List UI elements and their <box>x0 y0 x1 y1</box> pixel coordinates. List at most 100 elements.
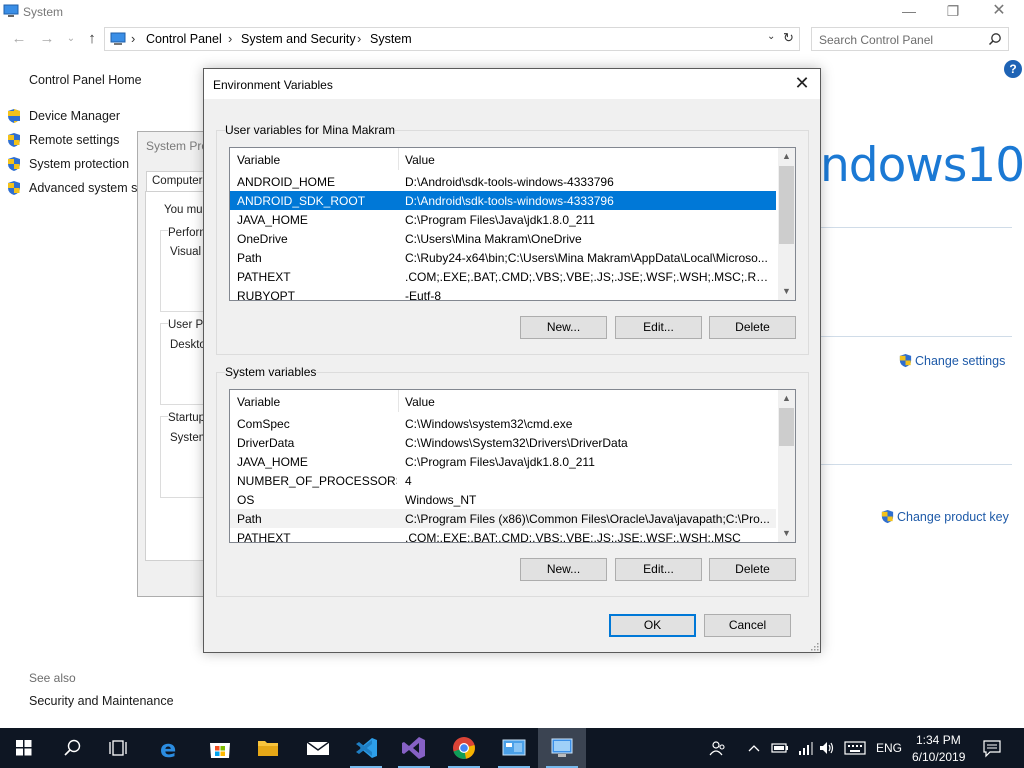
list-item[interactable]: ANDROID_SDK_ROOT D:\Android\sdk-tools-win… <box>230 191 776 210</box>
clock-date[interactable]: 6/10/2019 <box>912 750 965 764</box>
clock-time[interactable]: 1:34 PM <box>916 733 961 747</box>
refresh-icon[interactable]: ↻ <box>783 30 794 46</box>
minimize-button[interactable]: — <box>886 0 932 24</box>
user-variables-list[interactable]: Variable Value ANDROID_HOME D:\Android\sd… <box>229 147 796 301</box>
list-item[interactable]: JAVA_HOME C:\Program Files\Java\jdk1.8.0_… <box>230 210 776 229</box>
close-button[interactable]: ✕ <box>976 0 1022 24</box>
mail-taskbar-button[interactable] <box>294 728 342 768</box>
chrome-icon <box>453 737 475 759</box>
scroll-up-icon[interactable]: ▲ <box>778 390 795 407</box>
list-item[interactable]: ComSpec C:\Windows\system32\cmd.exe <box>230 414 776 433</box>
task-view-button[interactable] <box>96 728 144 768</box>
back-arrow-icon[interactable]: ← <box>10 31 28 49</box>
sidebar-item-system-protection[interactable]: System protection <box>29 157 129 171</box>
up-arrow-icon[interactable]: ↑ <box>83 31 101 49</box>
control-panel-icon <box>502 739 526 756</box>
system-monitor-icon <box>3 4 19 17</box>
list-item[interactable]: OS Windows_NT <box>230 490 776 509</box>
scrollbar-thumb[interactable] <box>779 408 794 446</box>
vscode-icon <box>356 738 377 758</box>
scrollbar-thumb[interactable] <box>779 166 794 244</box>
vscode-taskbar-button[interactable] <box>342 728 390 768</box>
address-dropdown-icon[interactable]: ⌄ <box>767 31 775 42</box>
forward-arrow-icon[interactable]: → <box>38 31 56 49</box>
user-delete-button[interactable]: Delete <box>709 316 796 339</box>
variable-value: C:\Program Files\Java\jdk1.8.0_211 <box>405 213 595 227</box>
system-list-scrollbar[interactable]: ▲ ▼ <box>778 390 795 542</box>
column-separator[interactable] <box>398 390 399 412</box>
resize-grip-icon[interactable] <box>809 641 819 651</box>
list-item[interactable]: OneDrive C:\Users\Mina Makram\OneDrive <box>230 229 776 248</box>
language-indicator[interactable]: ENG <box>876 741 902 755</box>
dialog-title-bar[interactable]: Environment Variables ✕ <box>204 69 820 99</box>
breadcrumb-control-panel[interactable]: Control Panel <box>146 32 222 46</box>
search-input[interactable]: Search Control Panel <box>811 27 1009 51</box>
list-item[interactable]: PATHEXT .COM;.EXE;.BAT;.CMD;.VBS;.VBE;.JS… <box>230 267 776 286</box>
scroll-up-icon[interactable]: ▲ <box>778 148 795 165</box>
list-item[interactable]: ANDROID_HOME D:\Android\sdk-tools-windows… <box>230 172 776 191</box>
system-variables-list[interactable]: Variable Value ComSpec C:\Windows\system3… <box>229 389 796 543</box>
visual-studio-taskbar-button[interactable] <box>390 728 438 768</box>
control-panel-home-link[interactable]: Control Panel Home <box>29 73 142 87</box>
control-panel-taskbar-button[interactable] <box>490 728 538 768</box>
list-item[interactable]: RUBYOPT -Eutf-8 <box>230 286 776 300</box>
sidebar-item-device-manager[interactable]: Device Manager <box>29 109 120 123</box>
keyboard-icon[interactable] <box>844 740 866 756</box>
security-and-maintenance-link[interactable]: Security and Maintenance <box>29 694 174 708</box>
breadcrumb-separator: › <box>131 31 136 46</box>
column-header-variable[interactable]: Variable <box>237 395 280 409</box>
user-list-scrollbar[interactable]: ▲ ▼ <box>778 148 795 300</box>
title-bar[interactable]: System — ❐ ✕ <box>0 0 1024 24</box>
network-icon[interactable] <box>796 739 814 757</box>
help-icon[interactable]: ? <box>1004 60 1022 78</box>
breadcrumb-separator[interactable]: › <box>228 31 232 46</box>
list-item[interactable]: DriverData C:\Windows\System32\Drivers\Dr… <box>230 433 776 452</box>
close-icon[interactable]: ✕ <box>792 74 812 94</box>
list-item[interactable]: Path C:\Ruby24-x64\bin;C:\Users\Mina Makr… <box>230 248 776 267</box>
user-edit-button[interactable]: Edit... <box>615 316 702 339</box>
control-panel-icon <box>110 32 126 45</box>
cancel-button[interactable]: Cancel <box>704 614 791 637</box>
scroll-down-icon[interactable]: ▼ <box>778 525 795 542</box>
column-separator[interactable] <box>398 148 399 170</box>
people-icon[interactable] <box>708 738 728 758</box>
ok-button[interactable]: OK <box>609 614 696 637</box>
list-item[interactable]: PATHEXT .COM;.EXE;.BAT;.CMD;.VBS;.VBE;.JS… <box>230 528 776 543</box>
variable-value: .COM;.EXE;.BAT;.CMD;.VBS;.VBE;.JS;.JSE;.… <box>405 531 741 543</box>
variable-value: C:\Ruby24-x64\bin;C:\Users\Mina Makram\A… <box>405 251 768 265</box>
list-item[interactable]: NUMBER_OF_PROCESSORS 4 <box>230 471 776 490</box>
breadcrumb-separator[interactable]: › <box>357 31 361 46</box>
change-product-key-link[interactable]: Change product key <box>880 509 1009 524</box>
store-taskbar-button[interactable] <box>196 728 244 768</box>
recent-locations-icon[interactable]: ⌄ <box>62 31 80 49</box>
breadcrumb-system-and-security[interactable]: System and Security <box>241 32 356 46</box>
action-center-icon[interactable] <box>982 738 1002 758</box>
file-explorer-taskbar-button[interactable] <box>244 728 292 768</box>
start-button[interactable] <box>0 728 48 768</box>
battery-icon[interactable] <box>770 740 790 756</box>
user-new-button[interactable]: New... <box>520 316 607 339</box>
list-item[interactable]: Path C:\Program Files (x86)\Common Files\… <box>230 509 776 528</box>
change-settings-link[interactable]: Change settings <box>898 353 1005 368</box>
system-delete-button[interactable]: Delete <box>709 558 796 581</box>
maximize-button[interactable]: ❐ <box>930 0 976 24</box>
column-header-value[interactable]: Value <box>405 153 435 167</box>
address-bar[interactable]: › Control Panel › System and Security › … <box>104 27 800 51</box>
taskbar-search-button[interactable] <box>48 728 96 768</box>
system-new-button[interactable]: New... <box>520 558 607 581</box>
list-item[interactable]: JAVA_HOME C:\Program Files\Java\jdk1.8.0_… <box>230 452 776 471</box>
chrome-taskbar-button[interactable] <box>440 728 488 768</box>
sidebar-item-remote-settings[interactable]: Remote settings <box>29 133 119 147</box>
breadcrumb-system[interactable]: System <box>370 32 412 46</box>
chevron-up-icon[interactable] <box>746 740 762 756</box>
search-icon[interactable] <box>988 32 1002 46</box>
system-edit-button[interactable]: Edit... <box>615 558 702 581</box>
system-variables-label: System variables <box>225 365 317 379</box>
column-header-variable[interactable]: Variable <box>237 153 280 167</box>
column-header-value[interactable]: Value <box>405 395 435 409</box>
system-properties-taskbar-button[interactable] <box>538 728 586 768</box>
windows-start-icon <box>16 740 32 756</box>
volume-icon[interactable] <box>818 739 836 757</box>
scroll-down-icon[interactable]: ▼ <box>778 283 795 300</box>
edge-taskbar-button[interactable]: e <box>146 728 194 768</box>
